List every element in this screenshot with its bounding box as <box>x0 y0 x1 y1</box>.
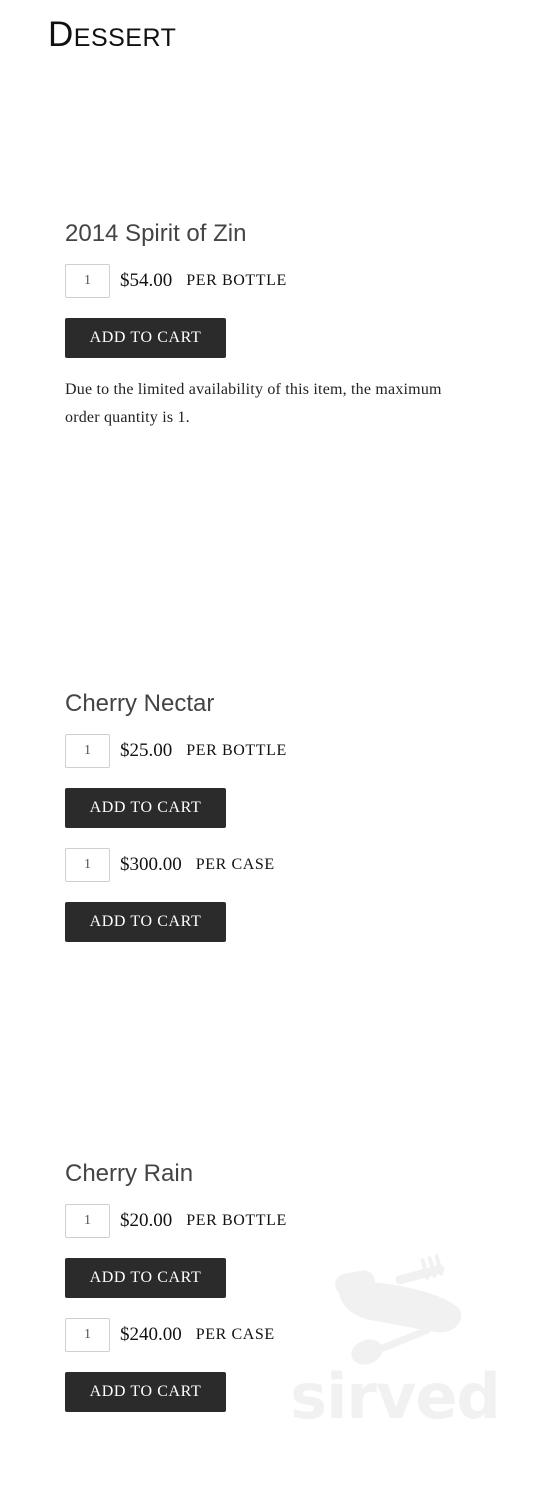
quantity-input[interactable] <box>65 1318 110 1352</box>
sirved-watermark: sirved <box>285 1250 505 1445</box>
unit-label: PER CASE <box>195 1326 275 1343</box>
quantity-input[interactable] <box>65 734 110 768</box>
price: $300.00 <box>120 854 182 875</box>
quantity-limit-note: Due to the limited availability of this … <box>65 381 442 426</box>
add-to-cart-button[interactable]: ADD TO CART <box>65 788 226 828</box>
section-title: Dessert <box>48 15 177 54</box>
offer-per-bottle: $25.00 PER BOTTLE ADD TO CART <box>65 734 485 848</box>
watermark-text: sirved <box>290 1360 501 1433</box>
product-name: 2014 Spirit of Zin <box>65 220 247 247</box>
add-to-cart-button[interactable]: ADD TO CART <box>65 1372 226 1412</box>
product-card: 2014 Spirit of Zin $54.00 PER BOTTLE ADD… <box>65 220 485 432</box>
unit-label: PER BOTTLE <box>186 272 287 289</box>
quantity-input[interactable] <box>65 264 110 298</box>
price-row: $54.00 PER BOTTLE <box>65 264 287 298</box>
product-name: Cherry Nectar <box>65 690 215 717</box>
product-card: Cherry Nectar $25.00 PER BOTTLE ADD TO C… <box>65 690 485 962</box>
price-row: $240.00 PER CASE <box>65 1318 275 1352</box>
price: $20.00 <box>120 1210 173 1231</box>
price: $54.00 <box>120 270 173 291</box>
unit-label: PER CASE <box>195 856 275 873</box>
offer-per-case: $300.00 PER CASE ADD TO CART <box>65 848 485 962</box>
price-row: $25.00 PER BOTTLE <box>65 734 287 768</box>
add-to-cart-button[interactable]: ADD TO CART <box>65 1258 226 1298</box>
add-to-cart-button[interactable]: ADD TO CART <box>65 318 226 358</box>
product-name: Cherry Rain <box>65 1160 194 1187</box>
unit-label: PER BOTTLE <box>186 1212 287 1229</box>
unit-label: PER BOTTLE <box>186 742 287 759</box>
offer-per-bottle: $54.00 PER BOTTLE ADD TO CART <box>65 264 485 378</box>
quantity-input[interactable] <box>65 1204 110 1238</box>
quantity-input[interactable] <box>65 848 110 882</box>
price-row: $300.00 PER CASE <box>65 848 275 882</box>
price: $240.00 <box>120 1324 182 1345</box>
add-to-cart-button[interactable]: ADD TO CART <box>65 902 226 942</box>
price-row: $20.00 PER BOTTLE <box>65 1204 287 1238</box>
price: $25.00 <box>120 740 173 761</box>
